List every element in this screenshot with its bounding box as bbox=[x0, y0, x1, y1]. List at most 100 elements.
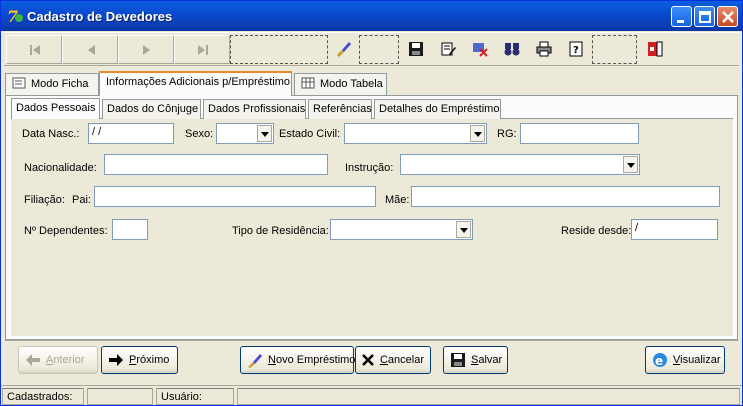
subtab-dados-profissionais-label: Dados Profissionais bbox=[208, 103, 306, 115]
close-icon bbox=[722, 11, 734, 23]
search-tool-button[interactable] bbox=[498, 35, 526, 63]
reside-desde-field[interactable]: / bbox=[631, 219, 718, 240]
subtab-dados-profissionais[interactable]: Dados Profissionais bbox=[203, 99, 306, 119]
novo-emprestimo-button[interactable]: Novo Empréstimo bbox=[240, 346, 355, 374]
reside-desde-label: Reside desde: bbox=[561, 225, 632, 237]
delete-tool-button[interactable] bbox=[466, 35, 494, 63]
window: 7 Cadastro de Devedores ? Modo Ficha Inf… bbox=[0, 0, 743, 406]
subtab-referencias-label: Referências bbox=[313, 103, 372, 115]
proximo-button[interactable]: Próximo bbox=[101, 346, 178, 374]
tab-modo-tabela[interactable]: Modo Tabela bbox=[294, 73, 387, 95]
floppy-icon bbox=[451, 353, 465, 367]
tab-informacoes-adicionais[interactable]: Informações Adicionais p/Empréstimo bbox=[99, 71, 292, 96]
subtab-dados-pessoais-label: Dados Pessoais bbox=[16, 102, 96, 114]
maximize-icon bbox=[699, 11, 711, 23]
tab-modo-ficha-label: Modo Ficha bbox=[31, 78, 89, 90]
sexo-select[interactable] bbox=[216, 123, 274, 144]
action-bar: Anterior Próximo Novo Empréstimo Cancela… bbox=[5, 340, 738, 380]
filiacao-label: Filiação: bbox=[24, 194, 65, 206]
title-bar[interactable]: 7 Cadastro de Devedores bbox=[1, 1, 742, 31]
cancel-x-icon bbox=[362, 354, 375, 366]
brush-tool-button[interactable] bbox=[329, 35, 357, 63]
maximize-button[interactable] bbox=[694, 6, 715, 27]
first-record-button[interactable] bbox=[6, 35, 62, 64]
card-icon bbox=[12, 77, 26, 89]
visualizar-label: Visualizar bbox=[673, 354, 721, 366]
rg-label: RG: bbox=[497, 128, 517, 140]
status-usuario: Usuário: bbox=[156, 388, 234, 405]
close-button[interactable] bbox=[717, 6, 738, 27]
nacionalidade-label: Nacionalidade: bbox=[24, 162, 97, 174]
tipo-residencia-label: Tipo de Residência: bbox=[232, 225, 329, 237]
help-icon: ? bbox=[569, 41, 583, 57]
data-nasc-field[interactable]: / / bbox=[88, 123, 174, 144]
print-tool-button[interactable] bbox=[530, 35, 558, 63]
edit-tool-button[interactable] bbox=[434, 35, 462, 63]
floppy-icon bbox=[409, 42, 423, 56]
estado-civil-dropdown-button[interactable] bbox=[470, 125, 485, 142]
prior-record-button[interactable] bbox=[62, 35, 118, 64]
sexo-dropdown-button[interactable] bbox=[257, 125, 272, 142]
grid-icon bbox=[301, 77, 315, 89]
anterior-label: Anterior bbox=[46, 354, 85, 366]
first-icon bbox=[30, 45, 40, 55]
minimize-button[interactable] bbox=[671, 6, 692, 27]
toolbar-separator-box-3 bbox=[592, 35, 637, 64]
browser-e-icon: e bbox=[653, 353, 667, 368]
subtab-dados-conjuge-label: Dados do Cônjuge bbox=[107, 103, 199, 115]
toolbar-separator-box-2 bbox=[359, 35, 399, 64]
status-cadastrados-count bbox=[87, 388, 153, 405]
exit-door-icon bbox=[648, 41, 663, 57]
sexo-label: Sexo: bbox=[185, 128, 214, 140]
anterior-button[interactable]: Anterior bbox=[18, 346, 98, 374]
help-tool-button[interactable]: ? bbox=[562, 35, 590, 63]
arrow-left-icon bbox=[26, 354, 40, 366]
subtab-detalhes-emprestimo[interactable]: Detalhes do Empréstimo bbox=[374, 99, 501, 119]
instrucao-dropdown-button[interactable] bbox=[623, 156, 638, 173]
save-tool-button[interactable] bbox=[402, 35, 430, 63]
cancelar-button[interactable]: Cancelar bbox=[355, 346, 431, 374]
pai-field[interactable] bbox=[94, 186, 376, 207]
last-record-button[interactable] bbox=[174, 35, 230, 64]
window-title: Cadastro de Devedores bbox=[27, 9, 173, 24]
brush-icon bbox=[337, 42, 351, 57]
last-icon bbox=[198, 45, 208, 55]
app-logo-icon: 7 bbox=[7, 7, 23, 25]
printer-icon bbox=[536, 41, 552, 57]
estado-civil-label: Estado Civil: bbox=[279, 128, 341, 140]
next-icon bbox=[143, 45, 150, 55]
tab-modo-ficha[interactable]: Modo Ficha bbox=[5, 73, 99, 95]
chevron-down-icon bbox=[627, 163, 635, 168]
subtab-dados-pessoais[interactable]: Dados Pessoais bbox=[11, 98, 100, 119]
subtab-detalhes-label: Detalhes do Empréstimo bbox=[379, 103, 500, 115]
svg-text:?: ? bbox=[573, 45, 579, 56]
instrucao-label: Instrução: bbox=[345, 162, 394, 174]
delete-record-icon bbox=[473, 43, 488, 57]
prior-icon bbox=[88, 45, 95, 55]
next-record-button[interactable] bbox=[118, 35, 174, 64]
tab-informacoes-label: Informações Adicionais p/Empréstimo bbox=[106, 76, 291, 88]
estado-civil-select[interactable] bbox=[344, 123, 487, 144]
svg-text:e: e bbox=[655, 354, 663, 368]
rg-field[interactable] bbox=[520, 123, 639, 144]
instrucao-select[interactable] bbox=[400, 154, 640, 175]
tipo-residencia-dropdown-button[interactable] bbox=[456, 221, 471, 238]
status-cadastrados: Cadastrados: bbox=[2, 388, 84, 405]
tipo-residencia-select[interactable] bbox=[330, 219, 473, 240]
chevron-down-icon bbox=[460, 228, 468, 233]
data-nasc-label: Data Nasc.: bbox=[22, 128, 80, 140]
dependentes-field[interactable] bbox=[112, 219, 148, 240]
subtab-referencias[interactable]: Referências bbox=[308, 99, 372, 119]
salvar-button[interactable]: Salvar bbox=[443, 346, 508, 374]
nacionalidade-field[interactable] bbox=[104, 154, 328, 175]
toolbar-separator-box bbox=[230, 35, 328, 64]
tab-modo-tabela-label: Modo Tabela bbox=[320, 78, 383, 90]
chevron-down-icon bbox=[474, 132, 482, 137]
salvar-label: Salvar bbox=[471, 354, 503, 366]
visualizar-button[interactable]: e Visualizar bbox=[645, 346, 725, 374]
proximo-label: Próximo bbox=[129, 354, 170, 366]
cancelar-label: Cancelar bbox=[379, 354, 424, 366]
mae-field[interactable] bbox=[411, 186, 720, 207]
exit-tool-button[interactable] bbox=[641, 35, 669, 63]
subtab-dados-conjuge[interactable]: Dados do Cônjuge bbox=[102, 99, 201, 119]
